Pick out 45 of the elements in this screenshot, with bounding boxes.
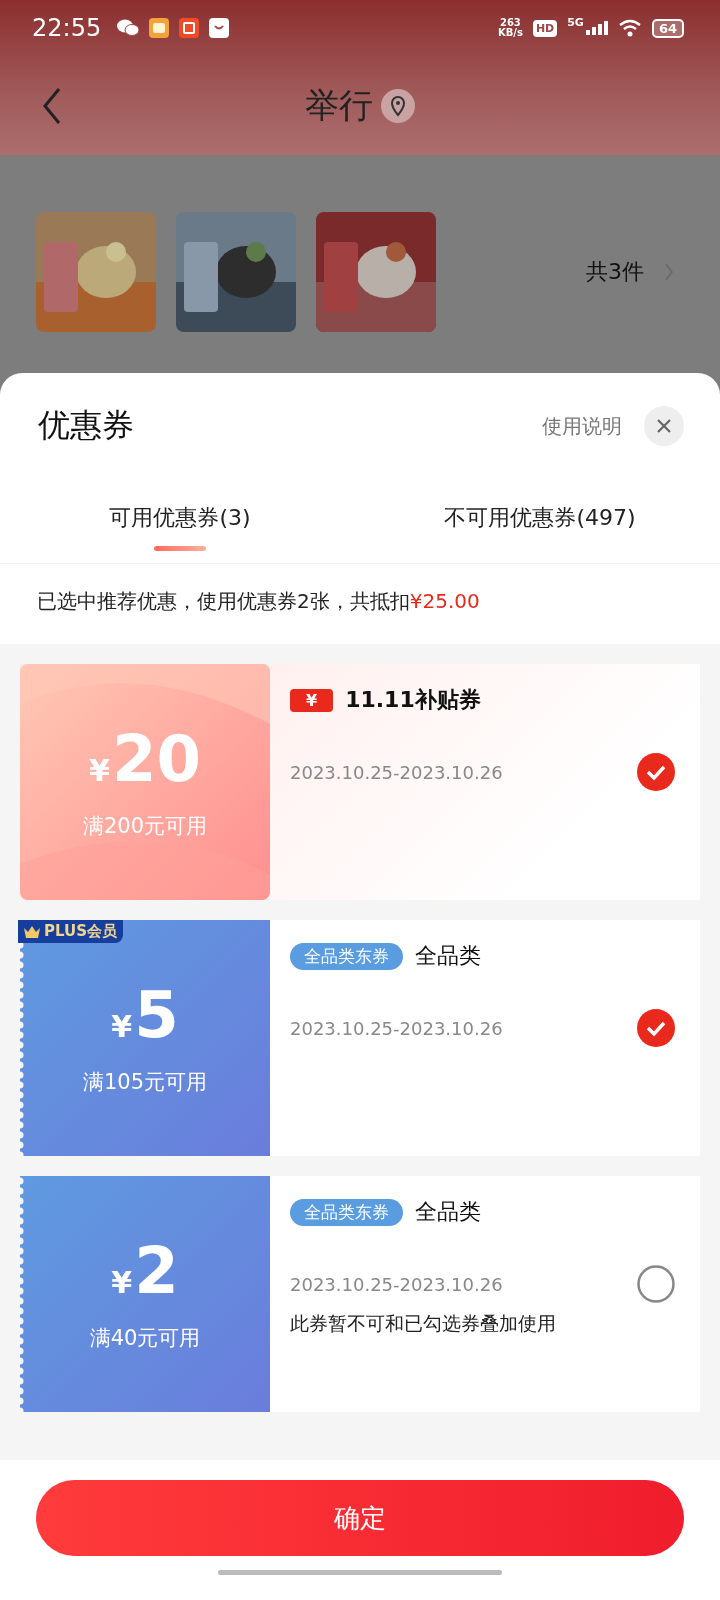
battery-indicator: 64 bbox=[651, 18, 684, 38]
coupon-amount: ¥20 bbox=[89, 724, 201, 798]
status-time: 22:55 bbox=[32, 14, 102, 42]
chat-icon bbox=[117, 19, 140, 37]
coupon-tag: 全品类东券 bbox=[290, 1198, 403, 1226]
validity-period: 2023.10.25-2023.10.26 bbox=[290, 1018, 504, 1039]
item-count[interactable]: 共3件 bbox=[586, 257, 644, 287]
validity-period: 2023.10.25-2023.10.26 bbox=[290, 762, 504, 783]
close-icon[interactable] bbox=[644, 406, 684, 446]
coupon-condition: 满200元可用 bbox=[82, 813, 208, 840]
coupon-card[interactable]: PLUS会员 ¥5 满105元可用 全品类东券 全品类 2023.10.25-2023.10.26 bbox=[20, 920, 700, 1156]
crown-icon bbox=[24, 925, 40, 938]
coupon-note: 此券暂不可和已勾选券叠加使用 bbox=[290, 1311, 557, 1336]
coupon-tag: 全品类东券 bbox=[290, 942, 403, 970]
coupon-title: 全品类 bbox=[415, 1198, 481, 1226]
coupon-title: 11.11补贴券 bbox=[345, 686, 481, 714]
sheet-title: 优惠券 bbox=[38, 405, 134, 446]
plus-label: PLUS会员 bbox=[44, 922, 117, 941]
wifi-icon bbox=[617, 19, 642, 37]
app-icon bbox=[149, 18, 170, 38]
signal-icon bbox=[585, 21, 608, 35]
coupon-card[interactable]: ¥20 满200元可用 ¥ 11.11补贴券 2023.10.25-2023.10.26 bbox=[20, 664, 700, 900]
discount-summary: 已选中推荐优惠，使用优惠券2张，共抵扣¥25.00 bbox=[36, 588, 481, 615]
validity-period: 2023.10.25-2023.10.26 bbox=[290, 1274, 504, 1295]
coupon-condition: 满40元可用 bbox=[89, 1325, 201, 1352]
app-icon bbox=[179, 18, 200, 38]
usage-instructions-link[interactable]: 使用说明 bbox=[542, 412, 622, 440]
confirm-button[interactable]: 确定 bbox=[36, 1480, 684, 1556]
coupon-tab[interactable]: 不可用优惠券(497) bbox=[360, 491, 720, 563]
coupon-amount: ¥2 bbox=[111, 1236, 179, 1310]
network-type: 5G bbox=[567, 16, 584, 29]
yuan-badge: ¥ bbox=[290, 688, 334, 712]
hd-badge: HD bbox=[532, 19, 558, 37]
checkbox[interactable] bbox=[636, 752, 676, 792]
coupon-amount: ¥5 bbox=[111, 980, 179, 1054]
back-icon[interactable] bbox=[42, 86, 62, 125]
coupon-tab[interactable]: 可用优惠券(3) bbox=[0, 491, 360, 563]
page-title: 举行 bbox=[305, 83, 373, 127]
coupon-title: 全品类 bbox=[415, 942, 481, 970]
checkbox[interactable] bbox=[636, 1008, 676, 1048]
checkbox[interactable] bbox=[636, 1264, 676, 1304]
network-speed: 263 KB/s bbox=[497, 18, 523, 38]
coupon-condition: 满105元可用 bbox=[82, 1069, 208, 1096]
coupon-card[interactable]: ¥2 满40元可用 全品类东券 全品类 2023.10.25-2023.10.26 此券暂不可和已勾选券叠加使用 bbox=[20, 1176, 700, 1412]
location-pin-icon[interactable] bbox=[381, 88, 415, 123]
